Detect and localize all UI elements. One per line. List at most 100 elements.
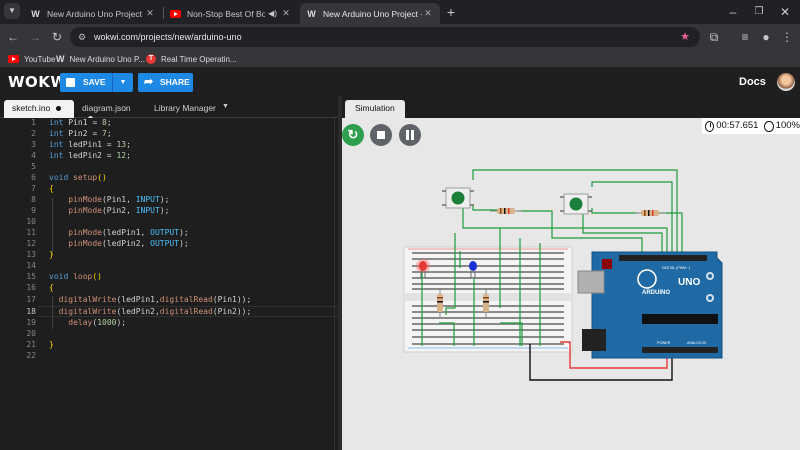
board-brand-text: ARDUINO xyxy=(642,290,670,296)
pushbutton-1 xyxy=(442,187,474,209)
green-wire xyxy=(582,210,663,255)
close-icon[interactable]: ✕ xyxy=(144,8,156,19)
bookmark-label: Real Time Operatin... xyxy=(161,54,237,64)
browser-toolbar: ← → ↻ ⚙ wokwi.com/projects/new/arduino-u… xyxy=(0,24,800,50)
window-close-icon[interactable]: ✕ xyxy=(776,3,794,21)
menu-icon[interactable]: ⋮ xyxy=(778,28,796,46)
minimap-edge xyxy=(334,118,335,450)
browser-tab-2[interactable]: Non-Stop Best Of Bollywood ◀) ✕ xyxy=(164,3,298,24)
tab-diagram-json[interactable]: diagram.json xyxy=(74,100,148,122)
arduino-uno-board: UNO ARDUINO DIGITAL (PWM ~) POWER ANALOG… xyxy=(577,251,723,359)
line-number: 18 xyxy=(26,307,36,316)
wokwi-header: WOKWI SAVE ▼ ➦ SHARE Docs xyxy=(0,68,800,96)
code-line: pinMode(Pin1, INPUT); xyxy=(68,195,170,204)
extensions-icon[interactable]: ⧉ xyxy=(705,28,723,46)
t-favicon-icon: T xyxy=(146,54,156,64)
docs-link[interactable]: Docs xyxy=(739,76,766,88)
tab-label: sketch.ino xyxy=(12,103,51,113)
code-line: pinMode(ledPin2, OUTPUT); xyxy=(68,239,189,248)
line-number: 1 xyxy=(31,118,36,127)
green-wire xyxy=(591,208,638,214)
bookmark-star-icon[interactable]: ★ xyxy=(680,27,690,47)
youtube-favicon-icon xyxy=(170,8,181,19)
resistor-1 xyxy=(490,208,522,214)
code-line: int Pin1 = 8; xyxy=(49,118,112,127)
line-number: 10 xyxy=(26,217,36,226)
tabs-dropdown-icon[interactable]: ▼ xyxy=(222,103,229,110)
code-line: pinMode(ledPin1, OUTPUT); xyxy=(68,228,189,237)
bookmarks-bar: YouTube W New Arduino Uno P... T Real Ti… xyxy=(0,50,800,68)
line-number: 7 xyxy=(31,184,36,193)
line-number: 13 xyxy=(26,250,36,259)
line-number: 11 xyxy=(26,228,36,237)
board-analog-text: ANALOG IN xyxy=(687,341,707,345)
restore-icon[interactable]: ❐ xyxy=(750,3,768,21)
tab-title: New Arduino Uno Project - Wo xyxy=(323,8,422,19)
code-line: digitalWrite(ledPin2,digitalRead(Pin2)); xyxy=(58,307,252,316)
code-line: { xyxy=(49,283,54,292)
wokwi-favicon-icon: W xyxy=(56,54,65,64)
close-icon[interactable]: ✕ xyxy=(280,8,292,19)
line-number: 8 xyxy=(31,195,36,204)
tab-title: Non-Stop Best Of Bollywood xyxy=(187,8,266,19)
user-avatar[interactable] xyxy=(777,73,795,91)
board-model-text: UNO xyxy=(678,277,700,288)
code-line: delay(1000); xyxy=(68,318,127,327)
line-number: 4 xyxy=(31,151,36,160)
bookmark-label: YouTube xyxy=(24,54,56,64)
share-label: SHARE xyxy=(160,77,190,87)
save-button[interactable]: SAVE ▼ xyxy=(60,73,133,92)
simulation-canvas[interactable]: ↻ 00:57.651 100% UNO ARDUINO DIGITAL (PW… xyxy=(342,118,800,450)
forward-icon[interactable]: → xyxy=(26,28,44,46)
code-line: int Pin2 = 7; xyxy=(49,129,112,138)
bookmark-youtube[interactable]: YouTube xyxy=(8,52,55,66)
line-number: 19 xyxy=(26,318,36,327)
speaker-icon[interactable]: ◀) xyxy=(268,9,277,18)
address-bar[interactable]: ⚙ wokwi.com/projects/new/arduino-uno ★ xyxy=(70,27,700,47)
save-dropdown-chevron-icon[interactable]: ▼ xyxy=(112,73,133,92)
wokwi-favicon-icon: W xyxy=(307,8,316,19)
code-line: void loop() xyxy=(49,272,102,281)
code-line: { xyxy=(49,184,54,193)
simulation-tabs: Simulation xyxy=(342,96,800,118)
minimize-icon[interactable]: – xyxy=(724,3,742,21)
media-controls-icon[interactable]: ≡ xyxy=(736,28,754,46)
tab-title: New Arduino Uno Project - Wo xyxy=(47,8,144,19)
circuit-diagram: UNO ARDUINO DIGITAL (PWM ~) POWER ANALOG… xyxy=(403,169,723,381)
wokwi-favicon-icon: W xyxy=(31,8,40,19)
browser-tab-1[interactable]: W New Arduino Uno Project - Wo ✕ xyxy=(24,3,162,24)
line-number: 22 xyxy=(26,351,36,360)
code-line: digitalWrite(ledPin1,digitalRead(Pin1)); xyxy=(58,295,252,304)
line-number: 5 xyxy=(31,162,36,171)
close-icon[interactable]: ✕ xyxy=(422,8,434,19)
tab-search-icon[interactable]: ▼ xyxy=(4,3,20,19)
line-number: 16 xyxy=(26,283,36,292)
line-number: 21 xyxy=(26,340,36,349)
board-power-text: POWER xyxy=(657,341,671,345)
profile-icon[interactable]: ● xyxy=(757,28,775,46)
reload-icon[interactable]: ↻ xyxy=(48,28,66,46)
pushbutton-2 xyxy=(560,193,592,215)
browser-tab-3[interactable]: W New Arduino Uno Project - Wo ✕ xyxy=(300,3,440,24)
resistor-2 xyxy=(635,210,666,216)
new-tab-icon[interactable]: + xyxy=(442,3,460,21)
save-label: SAVE xyxy=(83,77,106,87)
tab-sketch-ino[interactable]: sketch.ino xyxy=(4,100,74,118)
share-button[interactable]: ➦ SHARE xyxy=(138,73,193,92)
browser-tab-strip: ▼ W New Arduino Uno Project - Wo ✕ Non-S… xyxy=(0,0,800,24)
url-text: wokwi.com/projects/new/arduino-uno xyxy=(94,32,242,42)
bookmark-rtos[interactable]: T Real Time Operatin... xyxy=(146,52,237,66)
board-digital-text: DIGITAL (PWM ~) xyxy=(662,266,690,270)
line-number: 9 xyxy=(31,206,36,215)
line-number: 14 xyxy=(26,261,36,270)
line-number: 2 xyxy=(31,129,36,138)
line-number: 12 xyxy=(26,239,36,248)
green-wire xyxy=(591,181,673,255)
site-info-icon[interactable]: ⚙ xyxy=(78,27,86,47)
back-icon[interactable]: ← xyxy=(4,28,22,46)
bookmark-wokwi-project[interactable]: W New Arduino Uno P... xyxy=(56,52,145,66)
code-editor[interactable]: 1 int Pin1 = 8; 2 int Pin2 = 7; 3 int le… xyxy=(0,118,338,450)
code-line: } xyxy=(49,340,54,349)
tab-simulation[interactable]: Simulation xyxy=(345,100,405,118)
youtube-icon xyxy=(8,55,19,63)
